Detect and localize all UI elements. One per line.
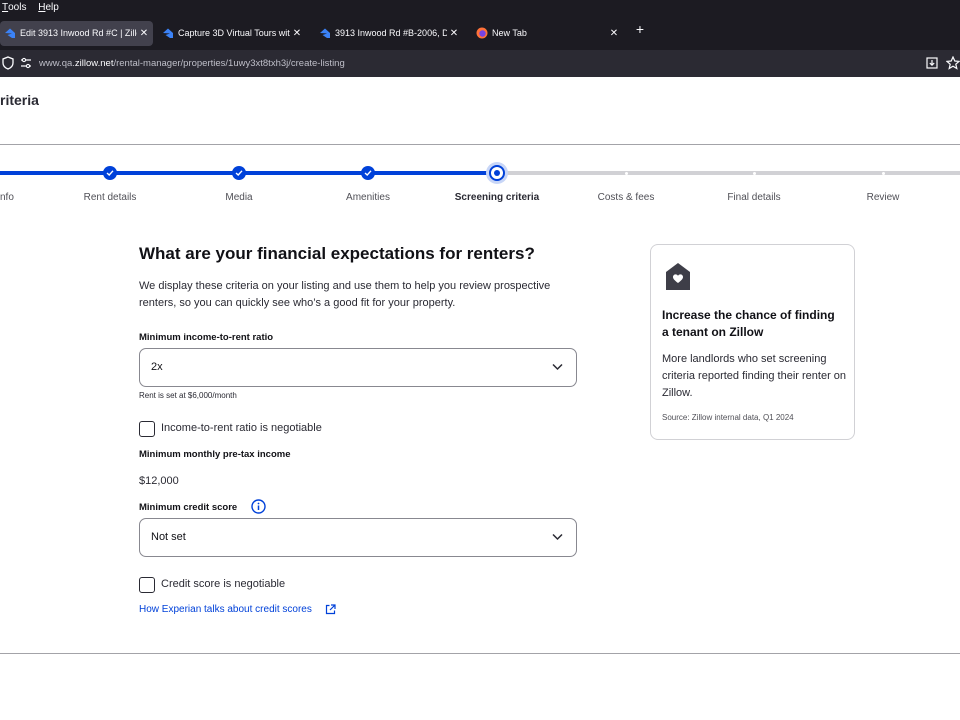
step-rent-details-dot[interactable] — [103, 166, 117, 180]
min-income-value: $12,000 — [139, 475, 179, 487]
page-title: riteria — [0, 92, 39, 108]
firefox-favicon-icon — [476, 27, 488, 39]
credit-score-label: Minimum credit score — [139, 502, 238, 513]
zillow-favicon-icon — [163, 28, 173, 38]
step-label-screening-criteria[interactable]: Screening criteria — [455, 192, 539, 203]
experian-credit-link[interactable]: How Experian talks about credit scores — [139, 604, 312, 615]
step-label-info[interactable]: nfo — [0, 192, 14, 203]
credit-negotiable-checkbox[interactable] — [139, 577, 155, 593]
tab-capture-3d[interactable]: Capture 3D Virtual Tours with Fr ✕ — [158, 21, 306, 46]
tab-close-icon[interactable]: ✕ — [139, 21, 149, 46]
tip-card: Increase the chance of finding a tenant … — [650, 244, 855, 440]
progress-stepper: nfo Rent details Media Amenities Screeni… — [0, 160, 960, 210]
step-amenities-dot[interactable] — [361, 166, 375, 180]
tab-strip: Edit 3913 Inwood Rd #C | Zillow ✕ Captur… — [0, 16, 960, 50]
stepper-track-complete — [0, 171, 497, 175]
step-label-final-details: Final details — [727, 192, 781, 203]
step-final-details-dot — [752, 172, 756, 175]
step-costs-fees-dot — [624, 172, 628, 175]
checkmark-icon — [364, 170, 372, 176]
url-bar: www.qa.zillow.net/rental-manager/propert… — [0, 50, 960, 77]
bookmark-star-icon[interactable] — [946, 56, 960, 70]
checkmark-icon — [106, 170, 114, 176]
step-label-media[interactable]: Media — [225, 192, 252, 203]
credit-negotiable-label[interactable]: Credit score is negotiable — [161, 578, 285, 590]
checkmark-icon — [235, 170, 243, 176]
step-review-dot — [881, 172, 885, 175]
stepper-track-pending — [497, 171, 960, 175]
menu-tools[interactable]: Tools — [2, 0, 26, 16]
step-label-rent-details[interactable]: Rent details — [84, 192, 137, 203]
income-ratio-label: Minimum income-to-rent ratio — [139, 332, 274, 343]
form-intro: We display these criteria on your listin… — [139, 280, 551, 309]
chevron-down-icon — [552, 363, 563, 371]
step-label-amenities[interactable]: Amenities — [346, 192, 390, 203]
chevron-down-icon — [552, 533, 563, 541]
step-media-dot[interactable] — [232, 166, 246, 180]
min-income-label: Minimum monthly pre-tax income — [139, 449, 291, 460]
step-screening-criteria-dot[interactable] — [489, 165, 505, 181]
menu-bar: Tools Help — [0, 0, 960, 16]
rent-helper-text: Rent is set at $6,000/month — [139, 391, 237, 400]
info-icon[interactable] — [251, 499, 266, 514]
tab-close-icon[interactable]: ✕ — [609, 21, 619, 46]
credit-score-value: Not set — [151, 531, 186, 543]
save-to-pocket-icon[interactable] — [926, 57, 938, 69]
ratio-negotiable-checkbox[interactable] — [139, 421, 155, 437]
house-heart-icon — [666, 263, 690, 290]
external-link-icon[interactable] — [325, 604, 336, 615]
tip-card-title: Increase the chance of finding a tenant … — [662, 308, 835, 339]
tip-card-source: Source: Zillow internal data, Q1 2024 — [662, 413, 794, 422]
step-label-costs-fees: Costs & fees — [597, 192, 655, 203]
tab-new-tab[interactable]: New Tab ✕ — [472, 21, 623, 46]
tab-close-icon[interactable]: ✕ — [449, 21, 459, 46]
credit-score-select[interactable]: Not set — [139, 518, 577, 557]
tab-inwood-b2006[interactable]: 3913 Inwood Rd #B-2006, Dallas ✕ — [315, 21, 463, 46]
new-tab-plus-icon[interactable]: + — [633, 22, 647, 36]
form-heading: What are your financial expectations for… — [139, 244, 535, 263]
url-input[interactable]: www.qa.zillow.net/rental-manager/propert… — [39, 50, 345, 77]
tab-edit-listing[interactable]: Edit 3913 Inwood Rd #C | Zillow ✕ — [0, 21, 153, 46]
ratio-negotiable-label[interactable]: Income-to-rent ratio is negotiable — [161, 422, 322, 434]
income-ratio-value: 2x — [151, 361, 163, 373]
footer-divider — [0, 653, 960, 654]
menu-help[interactable]: Help — [38, 0, 59, 16]
step-label-review: Review — [866, 192, 900, 203]
income-ratio-select[interactable]: 2x — [139, 348, 577, 387]
header-divider — [0, 144, 960, 145]
tab-close-icon[interactable]: ✕ — [292, 21, 302, 46]
tracking-shield-icon[interactable] — [2, 56, 14, 70]
zillow-favicon-icon — [320, 28, 330, 38]
tip-card-body: More landlords who set screening criteri… — [662, 353, 847, 399]
zillow-favicon-icon — [5, 28, 15, 38]
permissions-icon[interactable] — [20, 57, 32, 69]
